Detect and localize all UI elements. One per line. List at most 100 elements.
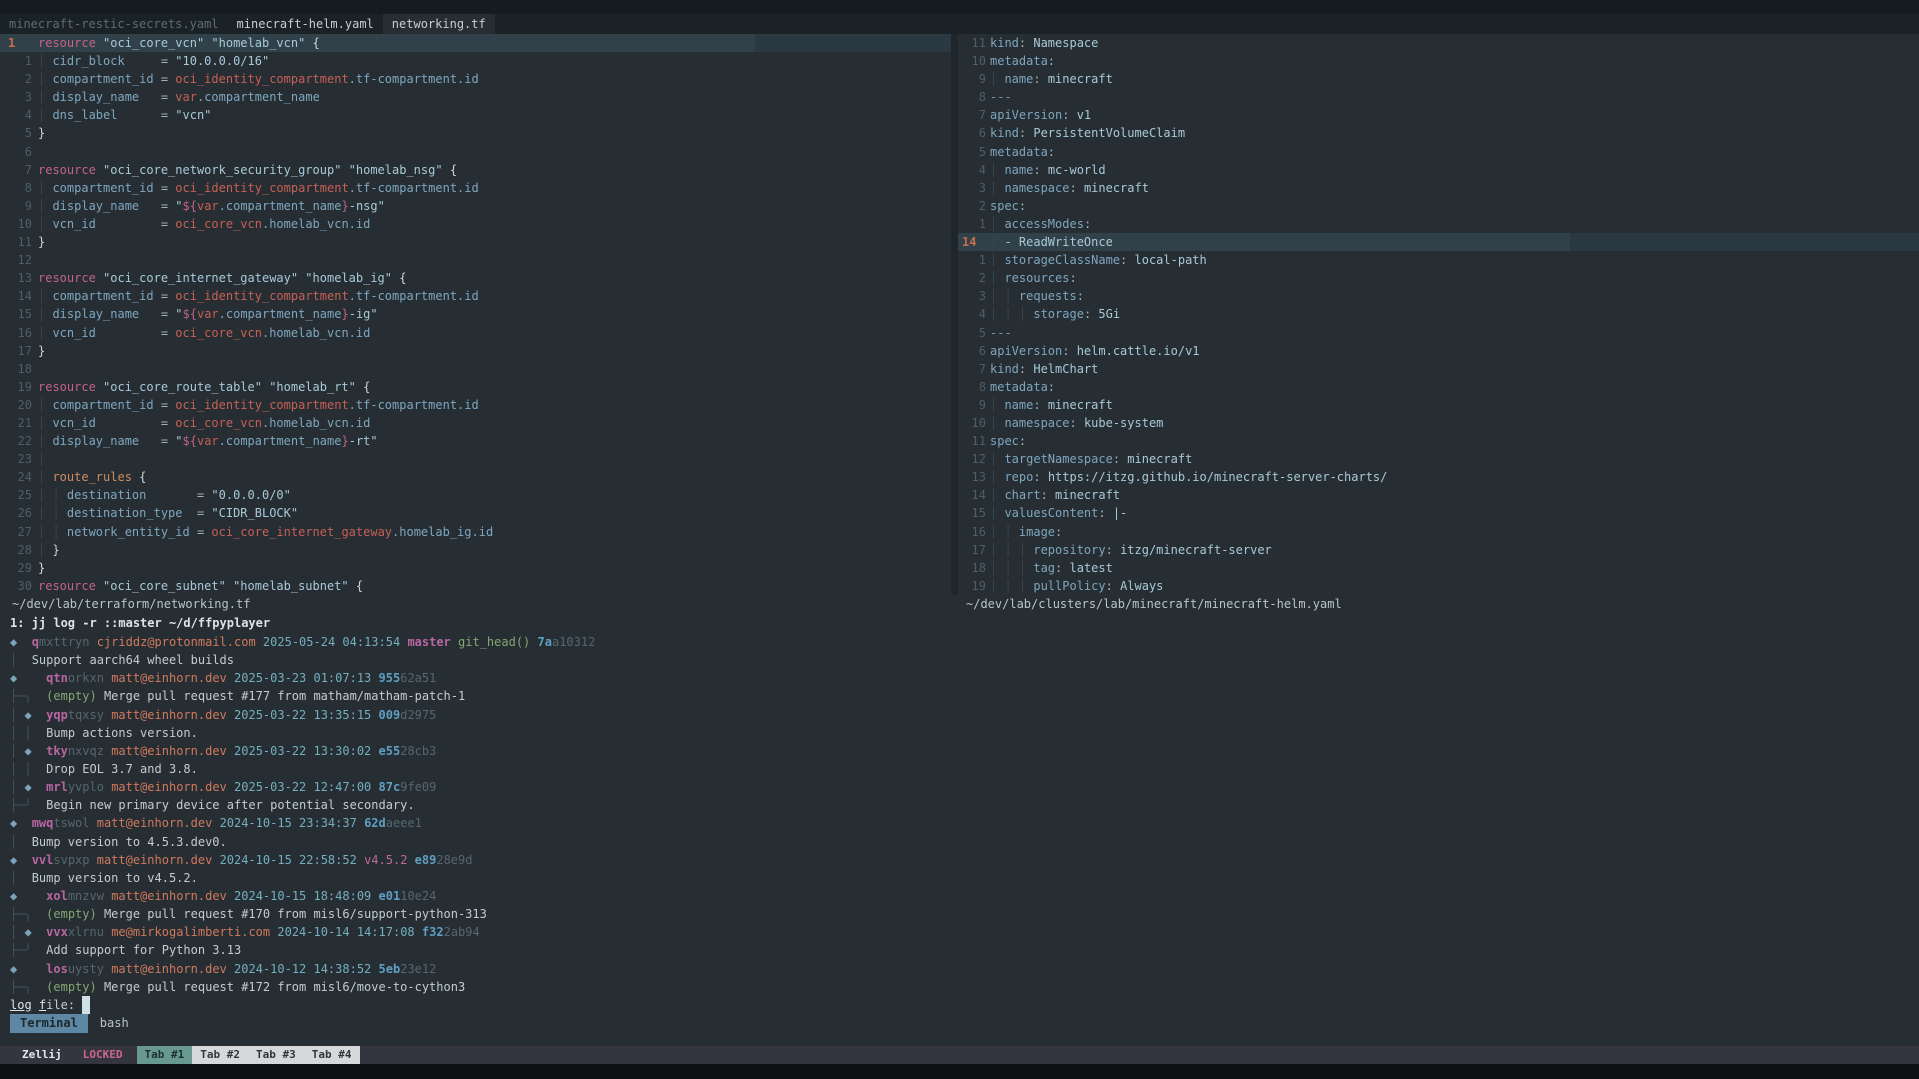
code-line: 7apiVersion: v1 (958, 106, 1919, 124)
jj-log-line: ◆ qtnorkxn matt@einhorn.dev 2025-03-23 0… (0, 669, 1919, 687)
line-number: 7 (962, 106, 986, 124)
jj-log-line: ◆ losuysty matt@einhorn.dev 2024-10-12 1… (0, 960, 1919, 978)
zellij-tab-tab-2[interactable]: Tab #2 (192, 1046, 248, 1064)
code-line: 4│ name: mc-world (958, 161, 1919, 179)
line-number: 2 (962, 197, 986, 215)
code-line: 25│ │ destination = "0.0.0.0/0" (0, 486, 951, 504)
helix-statusline: ~/dev/lab/terraform/networking.tf ~/dev/… (0, 595, 1919, 613)
line-number: 16 (8, 324, 32, 342)
line-number: 9 (962, 70, 986, 88)
code-line: 3│ │ requests: (958, 287, 1919, 305)
zellij-logo: Zellij (22, 1046, 62, 1064)
line-number: 9 (8, 197, 32, 215)
line-number: 3 (962, 179, 986, 197)
line-number: 5 (962, 324, 986, 342)
line-number: 18 (962, 559, 986, 577)
code-line: 4│ dns_label = "vcn" (0, 106, 951, 124)
zellij-session: minecraft-restic-secrets.yamlminecraft-h… (0, 0, 1919, 1079)
code-line: 17} (0, 342, 951, 360)
code-line: 19│ │ │ pullPolicy: Always (958, 577, 1919, 595)
terminal-prompt[interactable]: log file: (0, 996, 1919, 1014)
code-line: 10│ vcn_id = oci_core_vcn.homelab_vcn.id (0, 215, 951, 233)
code-line: 5--- (958, 324, 1919, 342)
line-number: 10 (8, 215, 32, 233)
zellij-tab-tab-1[interactable]: Tab #1 (137, 1046, 193, 1064)
zellij-tab-tab-3[interactable]: Tab #3 (248, 1046, 304, 1064)
line-number: 6 (962, 124, 986, 142)
line-number: 14 (962, 233, 986, 251)
zellij-tabs: Tab #1Tab #2Tab #3Tab #4 (137, 1046, 360, 1064)
jj-log-line: │ ◆ vvxxlrnu me@mirkogalimberti.com 2024… (0, 923, 1919, 941)
line-number: 30 (8, 577, 32, 595)
terminal-pane-title: 1: jj log -r ::master ~/d/ffpyplayer (0, 613, 1919, 633)
code-line: 6apiVersion: helm.cattle.io/v1 (958, 342, 1919, 360)
jj-log-output: ◆ qmxttryn cjriddz@protonmail.com 2025-0… (0, 633, 1919, 996)
code-line: 14│ chart: minecraft (958, 486, 1919, 504)
line-number: 4 (962, 161, 986, 179)
terminal-tab-bar: Terminal bash (0, 1014, 1919, 1033)
line-number: 2 (962, 269, 986, 287)
editor-pane-minecraft-helm-yaml[interactable]: 11kind: Namespace10metadata:9│ name: min… (958, 34, 1919, 595)
line-number: 28 (8, 541, 32, 559)
code-line: 12 (0, 251, 951, 269)
line-number: 10 (962, 414, 986, 432)
line-number: 12 (962, 450, 986, 468)
line-number: 4 (962, 305, 986, 323)
line-number: 23 (8, 450, 32, 468)
jj-log-line: │ Support aarch64 wheel builds (0, 651, 1919, 669)
code-line: 20│ compartment_id = oci_identity_compar… (0, 396, 951, 414)
terminal-tab[interactable]: Terminal (10, 1014, 88, 1033)
line-number: 13 (962, 468, 986, 486)
prompt-line: log file: (0, 996, 1919, 1014)
code-line: 11spec: (958, 432, 1919, 450)
code-line: 15│ valuesContent: |- (958, 504, 1919, 522)
line-number: 1 (8, 52, 32, 70)
code-line: 7kind: HelmChart (958, 360, 1919, 378)
line-number: 11 (962, 34, 986, 52)
buffer-tab-minecraft-helm-yaml[interactable]: minecraft-helm.yaml (228, 14, 383, 34)
line-number: 25 (8, 486, 32, 504)
code-line: 2│ compartment_id = oci_identity_compart… (0, 70, 951, 88)
code-line: 11kind: Namespace (958, 34, 1919, 52)
code-line: 8metadata: (958, 378, 1919, 396)
line-number: 8 (8, 179, 32, 197)
code-line: 9│ name: minecraft (958, 70, 1919, 88)
buffer-tab-minecraft-restic-secrets-yaml[interactable]: minecraft-restic-secrets.yaml (0, 14, 228, 34)
window-top-margin (0, 0, 1919, 14)
jj-log-line: ├─╮ (empty) Merge pull request #177 from… (0, 687, 1919, 705)
line-number: 14 (962, 486, 986, 504)
code-line: 8--- (958, 88, 1919, 106)
code-line: 1│ storageClassName: local-path (958, 251, 1919, 269)
jj-log-line: ◆ xolmnzvw matt@einhorn.dev 2024-10-15 1… (0, 887, 1919, 905)
line-number: 5 (962, 143, 986, 161)
code-line: 1│ cidr_block = "10.0.0.0/16" (0, 52, 951, 70)
code-line: 2│ resources: (958, 269, 1919, 287)
code-line: 5metadata: (958, 143, 1919, 161)
shell-tab[interactable]: bash (100, 1014, 129, 1033)
code-line: 12│ targetNamespace: minecraft (958, 450, 1919, 468)
mode-indicator-locked: LOCKED (83, 1046, 123, 1064)
terminal-pane[interactable]: 1: jj log -r ::master ~/d/ffpyplayer ◆ q… (0, 613, 1919, 1046)
line-number: 16 (962, 523, 986, 541)
buffer-tab-networking-tf[interactable]: networking.tf (383, 14, 495, 34)
jj-log-line: │ │ Drop EOL 3.7 and 3.8. (0, 760, 1919, 778)
jj-log-line: ├─╮ (empty) Merge pull request #172 from… (0, 978, 1919, 996)
line-number: 7 (962, 360, 986, 378)
code-line: 23│ (0, 450, 951, 468)
line-number: 1 (8, 34, 32, 52)
zellij-tab-tab-4[interactable]: Tab #4 (304, 1046, 360, 1064)
jj-log-line: │ ◆ yqptqxsy matt@einhorn.dev 2025-03-22… (0, 706, 1919, 724)
zellij-status-bar: Zellij LOCKED Tab #1Tab #2Tab #3Tab #4 (0, 1046, 1919, 1064)
jj-log-line: ◆ qmxttryn cjriddz@protonmail.com 2025-0… (0, 633, 1919, 651)
jj-log-line: │ ◆ mrlyvplo matt@einhorn.dev 2025-03-22… (0, 778, 1919, 796)
jj-log-line: │ ◆ tkynxvqz matt@einhorn.dev 2025-03-22… (0, 742, 1919, 760)
line-number: 9 (962, 396, 986, 414)
editor-pane-networking-tf[interactable]: 1resource "oci_core_vcn" "homelab_vcn" {… (0, 34, 951, 595)
code-line: 9│ name: minecraft (958, 396, 1919, 414)
line-number: 14 (8, 287, 32, 305)
code-line: 7resource "oci_core_network_security_gro… (0, 161, 951, 179)
code-line: 6kind: PersistentVolumeClaim (958, 124, 1919, 142)
helix-editors: 1resource "oci_core_vcn" "homelab_vcn" {… (0, 34, 1919, 595)
code-line: 30resource "oci_core_subnet" "homelab_su… (0, 577, 951, 595)
line-number: 6 (962, 342, 986, 360)
